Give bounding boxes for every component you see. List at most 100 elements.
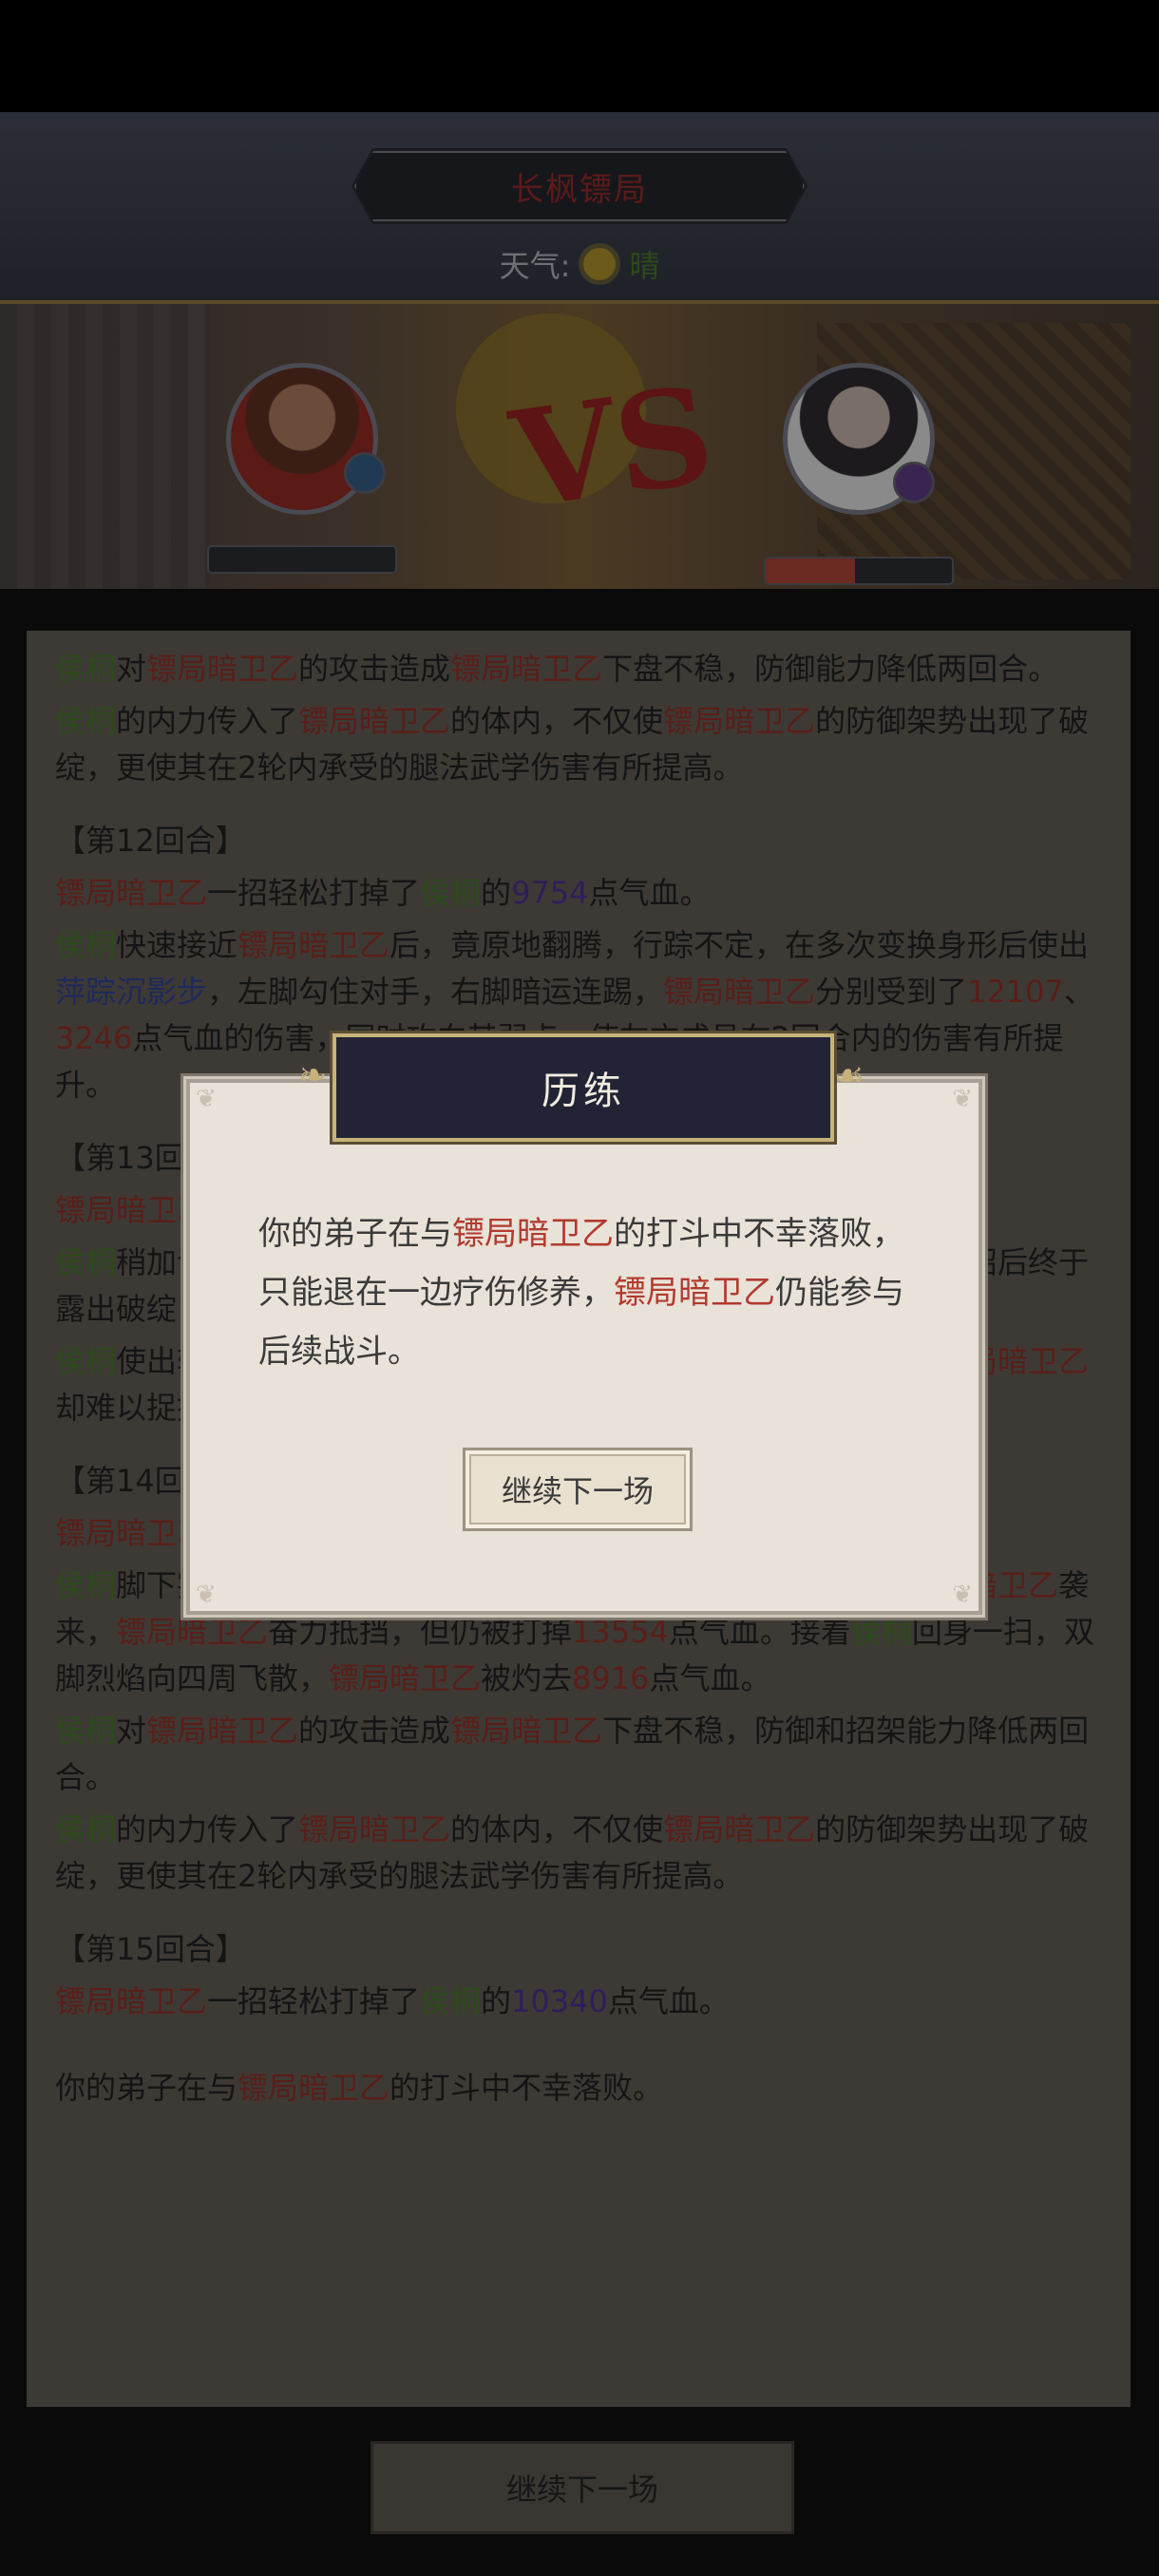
log-text-segment: 12107	[967, 974, 1064, 1010]
log-text-segment: 13554	[572, 1614, 669, 1650]
log-text-segment: 镖局暗卫乙	[663, 1811, 816, 1847]
log-text-segment: 侯桐	[55, 1343, 117, 1379]
log-text-segment: 你的弟子在与	[55, 2070, 238, 2106]
log-text-segment: 侯桐	[850, 1614, 912, 1650]
battle-banner: VS	[0, 304, 1159, 589]
log-text-segment: 侯桐	[55, 703, 117, 739]
log-text-segment: 萍踪沉影步	[55, 974, 208, 1010]
log-text-segment: 侯桐	[420, 875, 482, 911]
log-text-segment: 【第15回合】	[55, 1931, 246, 1967]
player-hp-bar	[207, 545, 397, 574]
dialog-continue-button[interactable]: 继续下一场	[463, 1448, 693, 1531]
log-text-segment: 点气血。	[649, 1660, 771, 1696]
log-text-segment: 镖局暗卫乙	[450, 1713, 603, 1749]
log-text-segment: ，左脚勾住对手，右脚暗运连踢，	[207, 974, 664, 1010]
dialog-title: 历练	[542, 1070, 625, 1113]
log-text-segment: 侯桐	[55, 1244, 117, 1280]
log-text-segment: 的内力传入了	[116, 1811, 299, 1847]
log-text-segment: 点气血。接着	[668, 1614, 851, 1650]
weather-row: 天气: 晴	[0, 240, 1159, 288]
dialog-message-segment: 你的弟子在与	[258, 1215, 452, 1253]
log-entry: 侯桐的内力传入了镖局暗卫乙的体内，不仅使镖局暗卫乙的防御架势出现了破绽，更使其在…	[55, 1807, 1110, 1900]
status-bar	[0, 0, 1159, 112]
enemy-school-badge-icon	[893, 462, 935, 503]
log-round-header: 【第15回合】	[55, 1926, 1110, 1973]
log-text-segment: 侯桐	[55, 1713, 117, 1749]
log-text-segment: 一招轻松打掉了	[207, 875, 421, 911]
player-school-badge-icon	[344, 452, 386, 494]
title-ornament-right-icon: ☙	[833, 1056, 868, 1095]
log-text-segment: 对	[116, 651, 147, 687]
weather-value: 晴	[629, 248, 660, 284]
header: 长枫镖局 天气: 晴	[0, 112, 1159, 302]
log-text-segment: 被灼去	[481, 1660, 573, 1696]
log-text-segment: 镖局暗卫乙	[663, 974, 816, 1010]
banner-background-left	[0, 304, 209, 589]
log-text-segment: 的	[481, 1983, 512, 2019]
sun-icon	[583, 248, 617, 280]
log-text-segment: 分别受到了	[815, 974, 968, 1010]
log-entry: 镖局暗卫乙一招轻松打掉了侯桐的9754点气血。	[55, 870, 1110, 917]
log-text-segment: 对	[116, 1713, 147, 1749]
log-text-segment: 镖局暗卫乙	[55, 1983, 208, 2019]
log-entry: 镖局暗卫乙一招轻松打掉了侯桐的10340点气血。	[55, 1979, 1110, 2025]
log-text-segment: 镖局暗卫乙	[663, 703, 816, 739]
title-plate: 长枫镖局	[352, 148, 808, 224]
page-title: 长枫镖局	[511, 170, 648, 209]
log-text-segment: 的攻击造成	[298, 651, 451, 687]
log-text-segment: 下盘不稳，防御能力降低两回合。	[602, 651, 1059, 687]
log-round-header: 【第12回合】	[55, 818, 1110, 864]
log-entry: 侯桐对镖局暗卫乙的攻击造成镖局暗卫乙下盘不稳，防御能力降低两回合。	[55, 646, 1110, 692]
corner-ornament-icon: ❦	[952, 1085, 973, 1113]
log-text-segment: 【第12回合】	[55, 823, 246, 859]
log-text-segment: 侯桐	[55, 651, 117, 687]
corner-ornament-icon: ❦	[196, 1581, 217, 1609]
log-entry: 侯桐对镖局暗卫乙的攻击造成镖局暗卫乙下盘不稳，防御和招架能力降低两回合。	[55, 1708, 1110, 1801]
log-text-segment: 侯桐	[55, 1811, 117, 1847]
dialog-title-plate: ❧ 历练 ☙	[298, 1033, 864, 1142]
dialog-message-segment: 镖局暗卫乙	[614, 1274, 775, 1312]
log-text-segment: 后，竟原地翻腾，行踪不定，在多次变换身形后使出	[390, 927, 1090, 963]
log-text-segment: 镖局暗卫乙	[298, 1811, 451, 1847]
log-text-segment: 、	[1063, 974, 1094, 1010]
corner-ornament-icon: ❦	[952, 1581, 973, 1609]
log-text-segment: 8916	[572, 1660, 650, 1696]
dialog-message-segment: 镖局暗卫乙	[452, 1215, 614, 1253]
result-dialog: ❦ ❦ ❦ ❦ ❧ 历练 ☙ 你的弟子在与镖局暗卫乙的打斗中不幸落败，只能退在一…	[186, 1033, 982, 1615]
log-text-segment: 镖局暗卫乙	[55, 1192, 208, 1228]
log-text-segment: 侯桐	[420, 1983, 482, 2019]
log-text-segment: 点气血。	[588, 875, 711, 911]
log-text-segment: 镖局暗卫乙	[329, 1660, 482, 1696]
log-text-segment: 的内力传入了	[116, 703, 299, 739]
log-text-segment: 镖局暗卫乙	[55, 875, 208, 911]
log-text-segment: 一招轻松打掉了	[207, 1983, 421, 2019]
log-text-segment: 镖局暗卫乙	[146, 1713, 299, 1749]
log-entry: 你的弟子在与镖局暗卫乙的打斗中不幸落败。	[55, 2065, 1110, 2112]
enemy-hp-bar	[764, 557, 954, 585]
log-text-segment: 的打斗中不幸落败。	[390, 2070, 664, 2106]
log-text-segment: 点气血。	[607, 1983, 730, 2019]
continue-next-battle-button[interactable]: 继续下一场	[370, 2441, 794, 2534]
log-text-segment: 镖局暗卫乙	[55, 1515, 208, 1551]
log-text-segment: 奋力抵挡，但仍被打掉	[268, 1614, 573, 1650]
title-ornament-left-icon: ❧	[298, 1056, 332, 1095]
log-text-segment: 9754	[511, 875, 589, 911]
log-text-segment: 镖局暗卫乙	[116, 1614, 269, 1650]
enemy-hp-fill	[766, 559, 856, 583]
log-text-segment: 的体内，不仅使	[450, 1811, 664, 1847]
log-text-segment: 镖局暗卫乙	[298, 703, 451, 739]
log-text-segment: 镖局暗卫乙	[450, 651, 603, 687]
log-text-segment: 3246	[55, 1020, 133, 1056]
log-text-segment: 侯桐	[55, 1567, 117, 1603]
dialog-message: 你的弟子在与镖局暗卫乙的打斗中不幸落败，只能退在一边疗伤修养，镖局暗卫乙仍能参与…	[258, 1204, 914, 1381]
corner-ornament-icon: ❦	[196, 1085, 217, 1113]
vs-emblem: VS	[503, 357, 723, 540]
log-text-segment: 快速接近	[116, 927, 238, 963]
log-text-segment: 10340	[511, 1983, 608, 2019]
log-text-segment: 镖局暗卫乙	[238, 927, 390, 963]
weather-label: 天气:	[499, 248, 571, 284]
log-text-segment: 镖局暗卫乙	[238, 2070, 390, 2106]
log-entry: 侯桐的内力传入了镖局暗卫乙的体内，不仅使镖局暗卫乙的防御架势出现了破绽，更使其在…	[55, 698, 1110, 791]
log-text-segment: 的攻击造成	[298, 1713, 451, 1749]
log-text-segment: 侯桐	[55, 927, 117, 963]
